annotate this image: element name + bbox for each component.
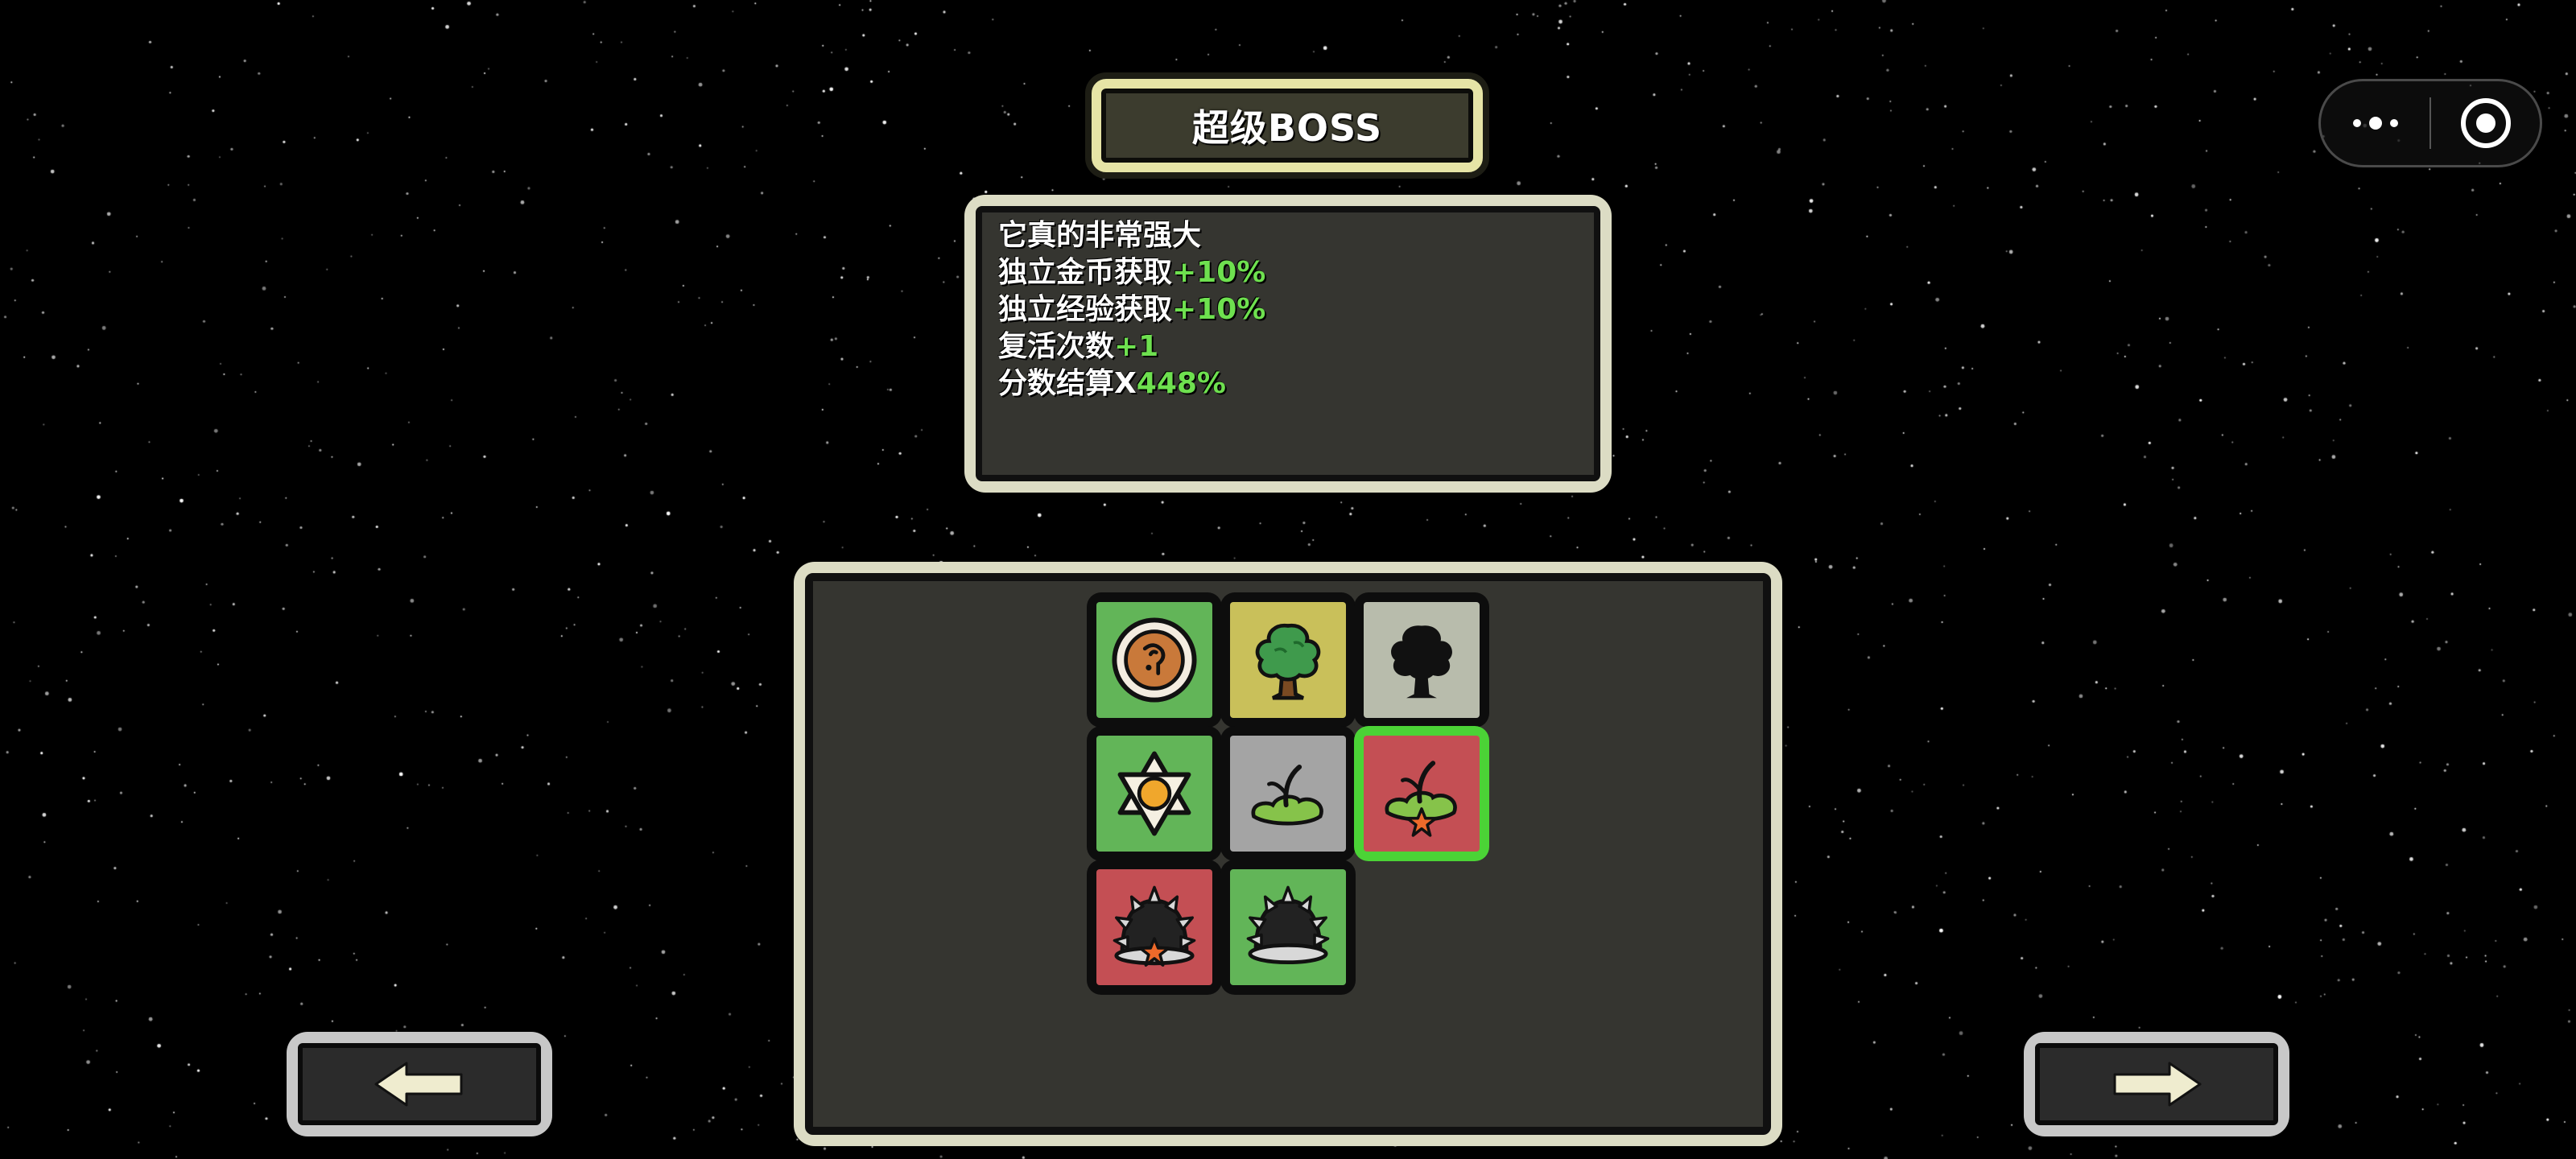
revive-count-value: +1 — [1114, 330, 1159, 363]
item-tile-spiked-dome-star[interactable] — [1087, 860, 1222, 995]
item-tile-tree[interactable] — [1220, 592, 1356, 728]
item-tile-sprout[interactable] — [1220, 726, 1356, 861]
score-multiplier-value: 448% — [1136, 367, 1226, 400]
more-menu-button[interactable] — [2321, 81, 2429, 165]
spiked-dome-star-icon — [1113, 885, 1196, 967]
description-box: 它真的非常强大 独立金币获取+10% 独立经验获取+10% 复活次数+1 分数结… — [964, 195, 1612, 493]
prev-button[interactable] — [287, 1032, 552, 1136]
tree-silhouette-icon — [1391, 625, 1452, 699]
gold-bonus-value: +10% — [1172, 256, 1266, 289]
item-tile-spiked-dome[interactable] — [1220, 860, 1356, 995]
spiked-dome-icon — [1246, 885, 1330, 965]
gold-bonus-line: 独立金币获取+10% — [998, 256, 1266, 289]
sprout-star-icon — [1385, 761, 1457, 837]
coin-icon — [1112, 617, 1197, 703]
next-button[interactable] — [2024, 1032, 2289, 1136]
more-dots-icon — [2352, 117, 2398, 130]
arrow-right-icon — [2113, 1062, 2202, 1107]
exp-bonus-value: +10% — [1172, 293, 1266, 326]
arrow-left-icon — [374, 1062, 463, 1107]
sprout-icon — [1251, 765, 1323, 826]
description-line: 它真的非常强大 — [998, 219, 1202, 252]
revive-count-line: 复活次数+1 — [998, 330, 1159, 363]
tree-icon — [1255, 623, 1321, 700]
title-banner: 超级BOSS — [1085, 72, 1489, 179]
item-tile-coin[interactable] — [1087, 592, 1222, 728]
item-tile-tree-locked[interactable] — [1354, 592, 1489, 728]
miniprogram-capsule — [2318, 79, 2542, 167]
close-miniprogram-button[interactable] — [2431, 81, 2540, 165]
item-grid — [805, 573, 1771, 1135]
item-panel — [794, 562, 1782, 1146]
page-title: 超级BOSS — [1191, 106, 1383, 150]
item-tile-sprout-star-selected[interactable] — [1354, 726, 1489, 861]
exp-bonus-line: 独立经验获取+10% — [998, 293, 1266, 326]
item-tile-sun-star[interactable] — [1087, 726, 1222, 861]
sun-star-icon — [1117, 751, 1191, 836]
score-multiplier-line: 分数结算X448% — [998, 367, 1226, 400]
target-circle-icon — [2460, 98, 2511, 148]
